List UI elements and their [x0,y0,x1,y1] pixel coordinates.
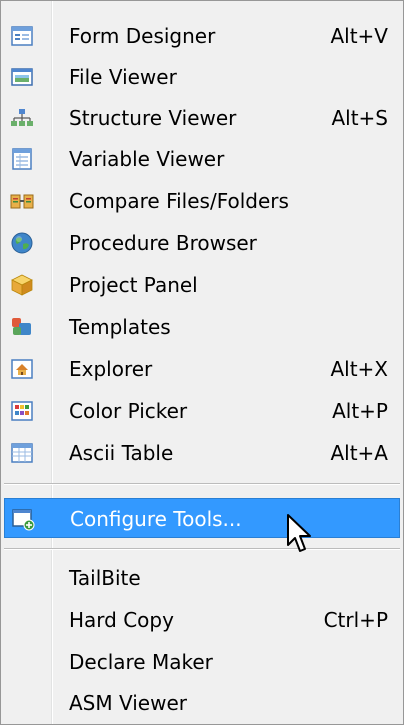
menu-item-label: Variable Viewer [69,147,225,171]
menu-item-shortcut: Ctrl+P [323,608,388,632]
mouse-pointer-icon [287,514,311,552]
explorer-icon [11,359,33,379]
tools-menu: Form Designer Alt+V File Viewer Structur… [0,0,404,725]
menu-separator [4,483,400,485]
menu-item-label: Structure Viewer [69,106,237,130]
structure-viewer-icon [11,109,33,126]
menu-item-declare-maker[interactable]: Declare Maker [4,642,400,682]
form-designer-icon [11,26,33,46]
menu-item-shortcut: Alt+A [330,441,388,465]
menu-item-shortcut: Alt+V [330,24,388,48]
menu-item-label: Color Picker [69,399,188,423]
menu-item-label: Configure Tools... [70,507,242,531]
menu-separator [4,548,400,550]
menu-item-structure-viewer[interactable]: Structure Viewer Alt+S [4,98,400,138]
file-viewer-icon [11,68,33,86]
menu-item-file-viewer[interactable]: File Viewer [4,57,400,97]
menu-item-templates[interactable]: Templates [4,307,400,347]
menu-item-label: ASM Viewer [69,691,187,715]
variable-viewer-icon [12,148,32,170]
menu-item-label: Form Designer [69,24,216,48]
menu-item-configure-tools[interactable]: Configure Tools... [4,498,400,538]
menu-item-tailbite[interactable]: TailBite [4,558,400,598]
menu-item-label: TailBite [69,566,141,590]
menu-item-project-panel[interactable]: Project Panel [4,265,400,305]
menu-item-shortcut: Alt+P [332,399,388,423]
menu-item-label: File Viewer [69,65,177,89]
ascii-table-icon [11,443,33,463]
templates-icon [12,318,31,335]
menu-item-compare-files[interactable]: Compare Files/Folders [4,181,400,221]
menu-item-form-designer[interactable]: Form Designer Alt+V [4,16,400,56]
menu-item-label: Templates [69,315,171,339]
menu-item-explorer[interactable]: Explorer Alt+X [4,349,400,389]
menu-item-procedure-browser[interactable]: Procedure Browser [4,223,400,263]
globe-icon [11,232,33,254]
menu-item-shortcut: Alt+X [330,357,388,381]
menu-item-label: Hard Copy [69,608,174,632]
color-picker-icon [11,401,33,421]
menu-item-hard-copy[interactable]: Hard Copy Ctrl+P [4,600,400,640]
menu-item-label: Declare Maker [69,650,213,674]
cube-icon [11,274,33,296]
menu-item-asm-viewer[interactable]: ASM Viewer [4,683,400,723]
compare-files-icon [10,194,34,209]
menu-item-ascii-table[interactable]: Ascii Table Alt+A [4,433,400,473]
menu-item-label: Procedure Browser [69,231,257,255]
menu-item-label: Explorer [69,357,153,381]
configure-tools-icon [12,509,35,531]
menu-item-shortcut: Alt+S [331,106,388,130]
menu-item-color-picker[interactable]: Color Picker Alt+P [4,391,400,431]
menu-item-label: Project Panel [69,273,198,297]
menu-item-label: Ascii Table [69,441,174,465]
menu-item-variable-viewer[interactable]: Variable Viewer [4,139,400,179]
menu-item-label: Compare Files/Folders [69,189,289,213]
